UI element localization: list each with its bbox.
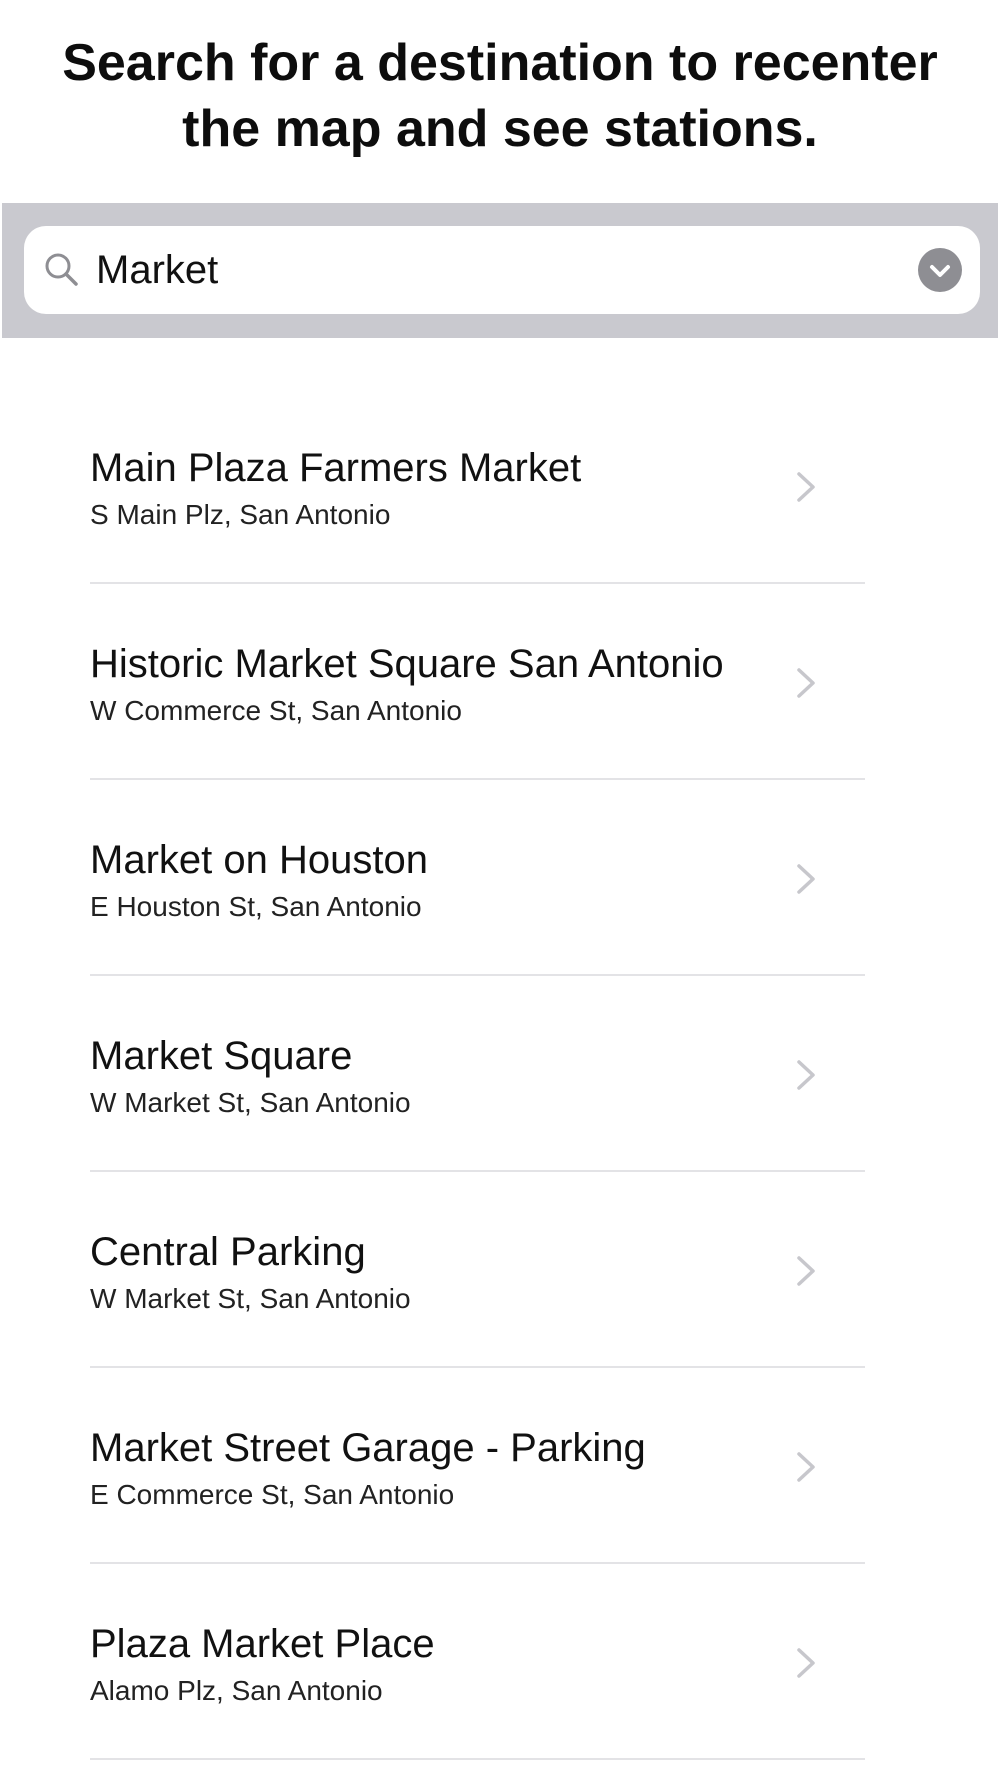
list-item[interactable]: Market on Houston E Houston St, San Anto…	[0, 780, 1000, 976]
result-address: W Commerce St, San Antonio	[90, 695, 462, 726]
page-title-line-2: the map and see stations.	[182, 100, 818, 158]
result-name: Market Square	[90, 1034, 353, 1078]
list-item[interactable]: Plaza Market Place Alamo Plz, San Antoni…	[0, 1564, 1000, 1760]
chevron-right-icon	[797, 864, 815, 894]
list-item[interactable]: Historic Market Square San Antonio W Com…	[0, 584, 1000, 780]
page-title-line-1: Search for a destination to recenter	[62, 34, 938, 92]
search-input[interactable]	[96, 240, 916, 300]
search-field[interactable]	[24, 226, 980, 314]
result-name: Market on Houston	[90, 838, 428, 882]
list-item[interactable]: Market Square W Market St, San Antonio	[0, 976, 1000, 1172]
result-name: Historic Market Square San Antonio	[90, 642, 724, 686]
result-address: W Market St, San Antonio	[90, 1087, 411, 1118]
header: Search for a destination to recenter the…	[0, 0, 1000, 200]
search-bar	[2, 203, 998, 338]
result-address: E Houston St, San Antonio	[90, 891, 422, 922]
result-name: Central Parking	[90, 1230, 366, 1274]
result-name: Market Street Garage - Parking	[90, 1426, 646, 1470]
list-item[interactable]: Market Street Garage - Parking E Commerc…	[0, 1368, 1000, 1564]
result-address: E Commerce St, San Antonio	[90, 1479, 455, 1510]
chevron-right-icon	[797, 472, 815, 502]
chevron-down-icon	[930, 265, 950, 277]
search-icon	[42, 250, 82, 290]
divider	[90, 1758, 865, 1760]
chevron-right-icon	[797, 668, 815, 698]
chevron-right-icon	[797, 1648, 815, 1678]
list-item[interactable]: Main Plaza Farmers Market S Main Plz, Sa…	[0, 388, 1000, 584]
chevron-right-icon	[797, 1452, 815, 1482]
chevron-right-icon	[797, 1256, 815, 1286]
result-name: Plaza Market Place	[90, 1622, 435, 1666]
page-title: Search for a destination to recenter the…	[0, 30, 1000, 162]
search-results-list: Main Plaza Farmers Market S Main Plz, Sa…	[0, 388, 1000, 1760]
chevron-right-icon	[797, 1060, 815, 1090]
result-name: Main Plaza Farmers Market	[90, 446, 582, 490]
result-address: S Main Plz, San Antonio	[90, 499, 391, 530]
clear-search-button[interactable]	[918, 248, 962, 292]
result-address: Alamo Plz, San Antonio	[90, 1675, 383, 1706]
list-item[interactable]: Central Parking W Market St, San Antonio	[0, 1172, 1000, 1368]
result-address: W Market St, San Antonio	[90, 1283, 411, 1314]
